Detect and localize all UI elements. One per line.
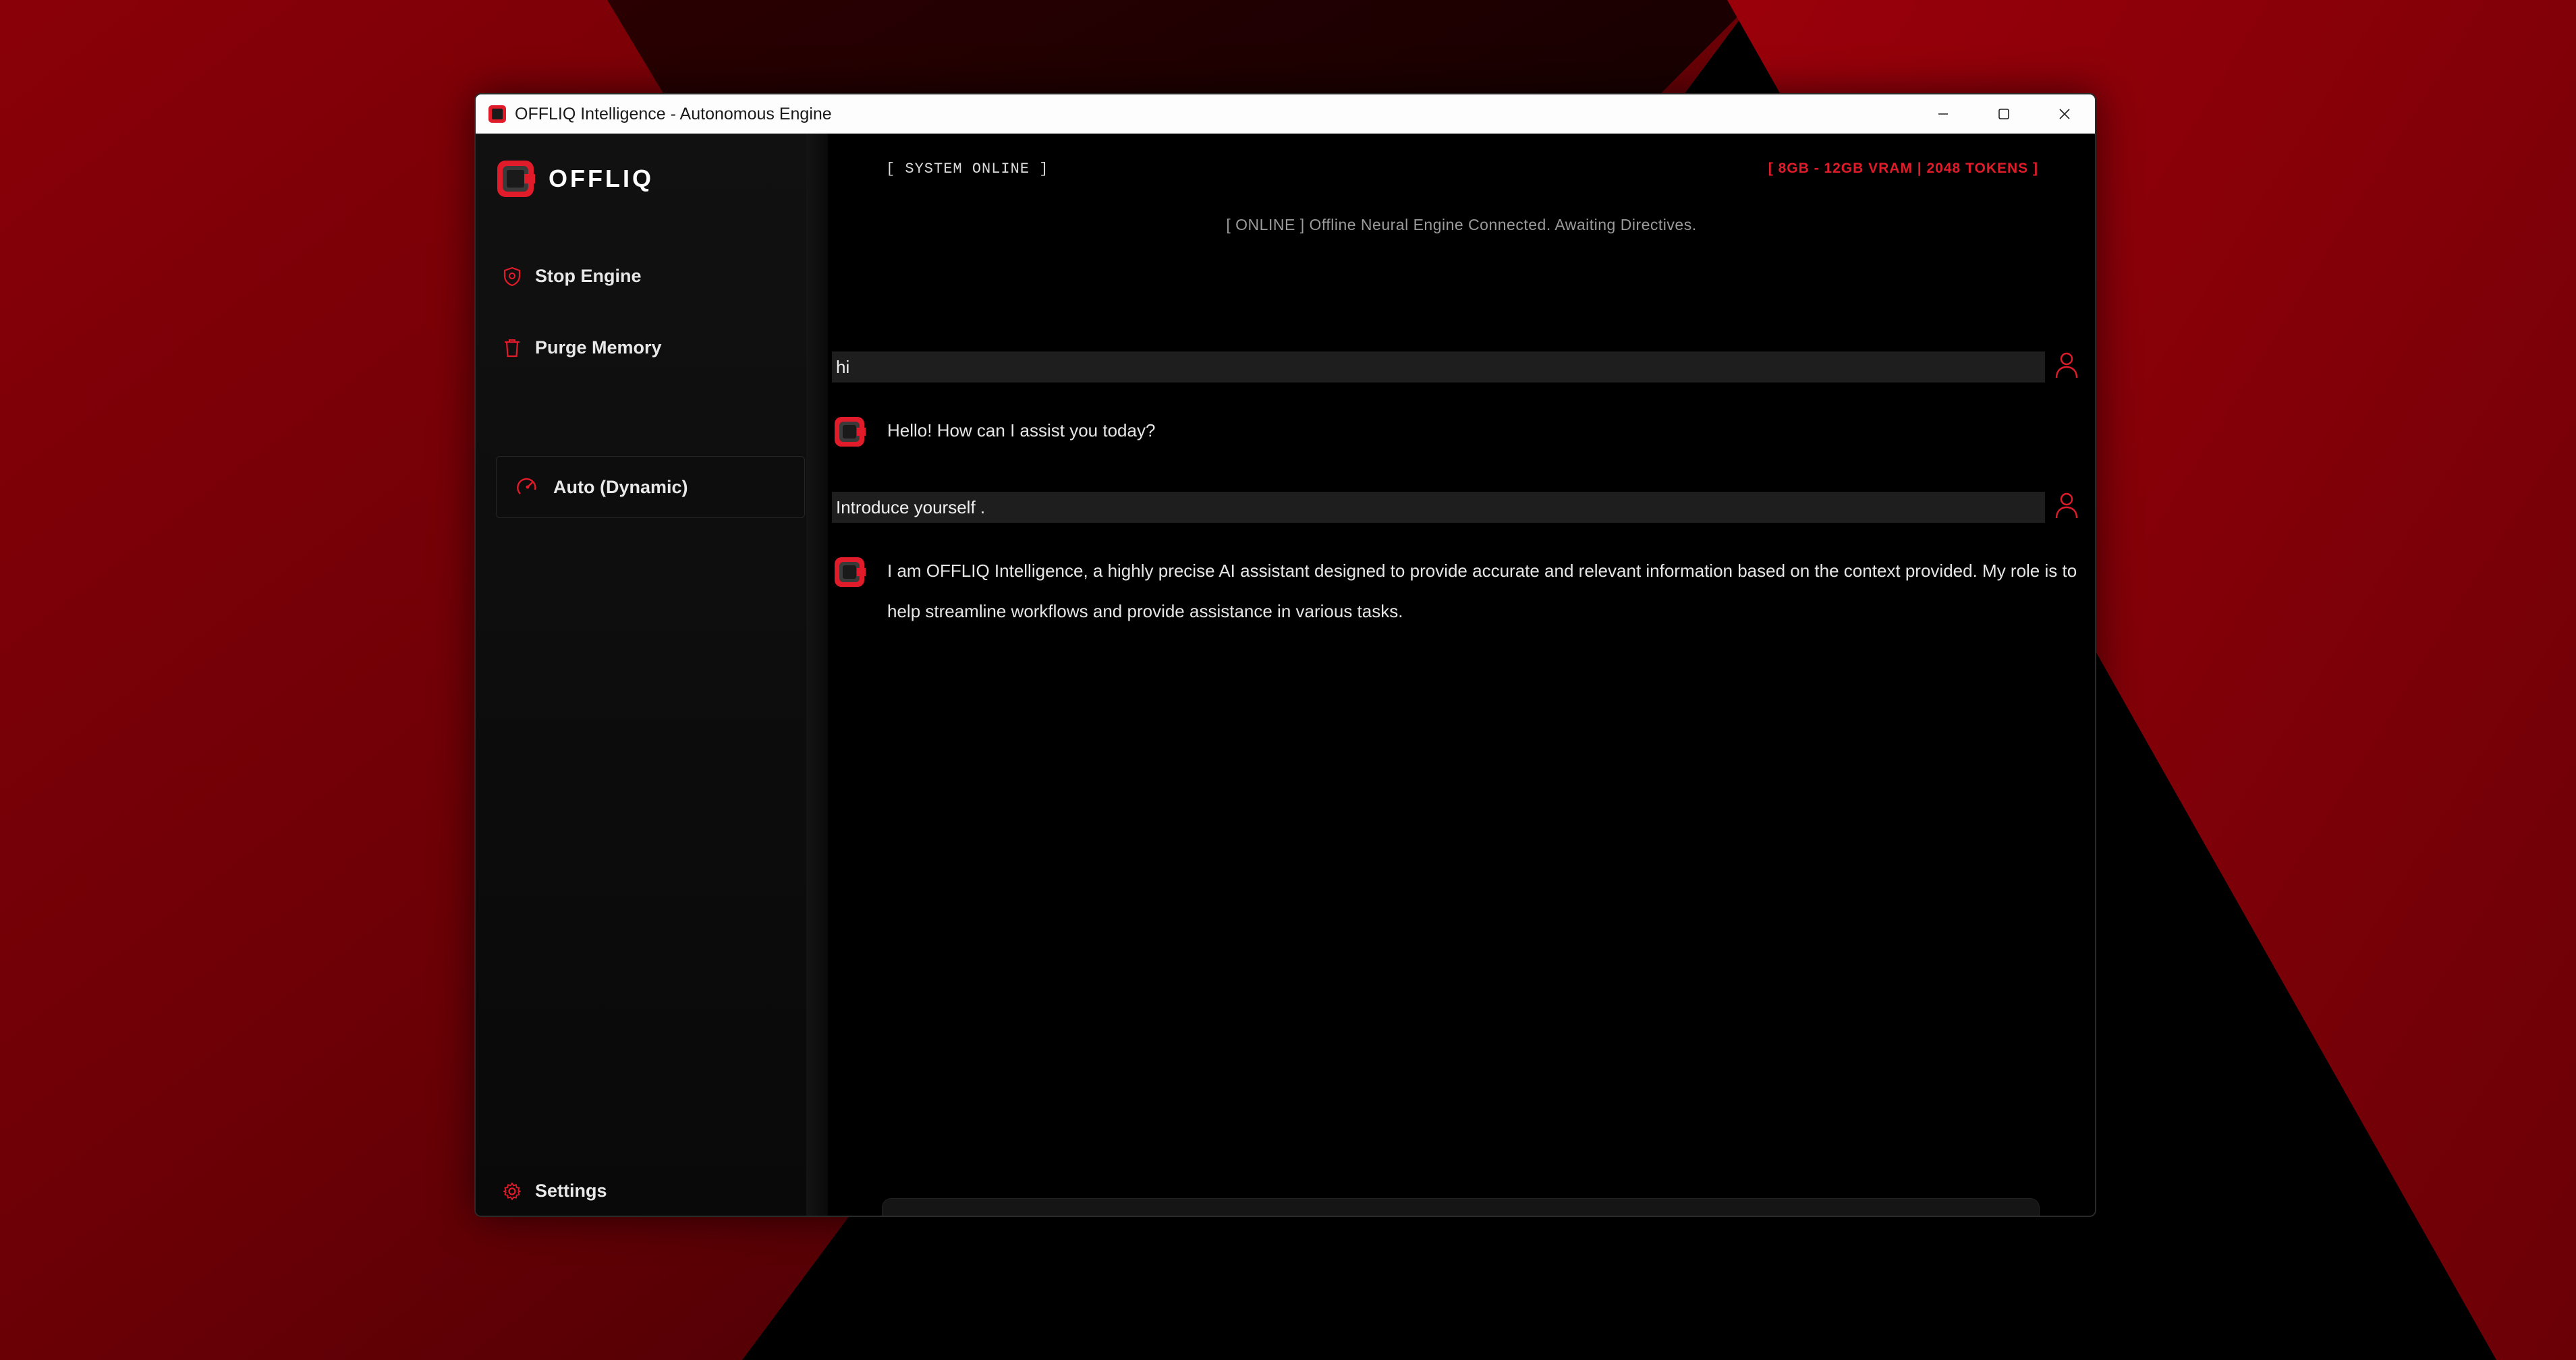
stop-engine-button[interactable]: Stop Engine — [503, 266, 642, 287]
minimize-button[interactable] — [1913, 94, 1973, 134]
mode-label: Auto (Dynamic) — [553, 476, 688, 497]
window-title: OFFLIQ Intelligence - Autonomous Engine — [515, 105, 832, 123]
sidebar: OFFLIQ Stop Engine Purge Memory Auto (Dy… — [476, 134, 806, 1216]
user-avatar-icon — [2055, 352, 2078, 378]
system-status: [ SYSTEM ONLINE ] — [886, 161, 1049, 177]
minimize-icon — [1938, 113, 1948, 115]
brand: OFFLIQ — [496, 159, 654, 198]
user-message: Introduce yourself . — [832, 492, 2045, 523]
brand-logo-icon — [497, 161, 535, 197]
maximize-icon — [1998, 109, 2009, 119]
stop-engine-label: Stop Engine — [535, 266, 642, 286]
close-icon — [2059, 109, 2070, 119]
purge-memory-label: Purge Memory — [535, 337, 662, 358]
trash-icon — [505, 339, 520, 357]
close-button[interactable] — [2034, 94, 2095, 134]
speed-gauge-icon — [517, 478, 536, 494]
shield-icon — [503, 266, 521, 286]
mode-selector[interactable]: Auto (Dynamic) — [496, 456, 805, 518]
assistant-message: Hello! How can I assist you today? — [887, 420, 1156, 441]
hardware-specs: [ 8GB - 12GB VRAM | 2048 TOKENS ] — [1768, 161, 2038, 176]
settings-button[interactable]: Settings — [503, 1181, 607, 1201]
user-avatar-icon — [2055, 492, 2078, 519]
app-window: OFFLIQ Intelligence - Autonomous Engine — [474, 93, 2096, 1217]
assistant-avatar-icon — [835, 557, 866, 587]
chat-panel: [ SYSTEM ONLINE ] [ 8GB - 12GB VRAM | 20… — [828, 134, 2095, 1216]
user-message: hi — [832, 351, 2045, 382]
command-composer — [882, 1198, 2040, 1216]
settings-label: Settings — [535, 1181, 607, 1201]
maximize-button[interactable] — [1973, 94, 2034, 134]
assistant-message: I am OFFLIQ Intelligence, a highly preci… — [887, 561, 2077, 621]
title-bar[interactable]: OFFLIQ Intelligence - Autonomous Engine — [476, 94, 2095, 134]
gear-icon — [503, 1182, 521, 1200]
assistant-avatar-icon — [835, 417, 866, 447]
sidebar-divider — [806, 134, 828, 1216]
purge-memory-button[interactable]: Purge Memory — [503, 337, 662, 358]
app-logo-icon — [488, 105, 506, 123]
brand-name: OFFLIQ — [549, 165, 654, 192]
system-message: [ ONLINE ] Offline Neural Engine Connect… — [1226, 216, 1697, 233]
desktop-wallpaper: OFFLIQ Intelligence - Autonomous Engine — [0, 0, 2576, 1360]
